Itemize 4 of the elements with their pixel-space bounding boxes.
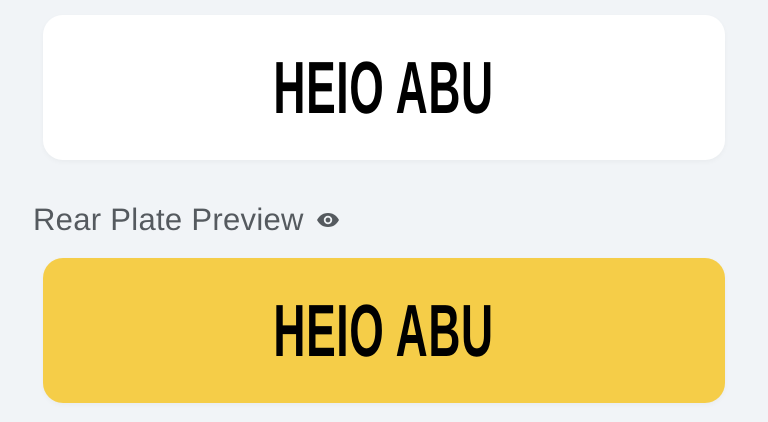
plate-text: HEIO ABU xyxy=(274,294,494,368)
eye-icon xyxy=(316,212,340,228)
preview-label: Rear Plate Preview xyxy=(33,202,304,238)
plate-text: HEIO ABU xyxy=(274,50,494,124)
